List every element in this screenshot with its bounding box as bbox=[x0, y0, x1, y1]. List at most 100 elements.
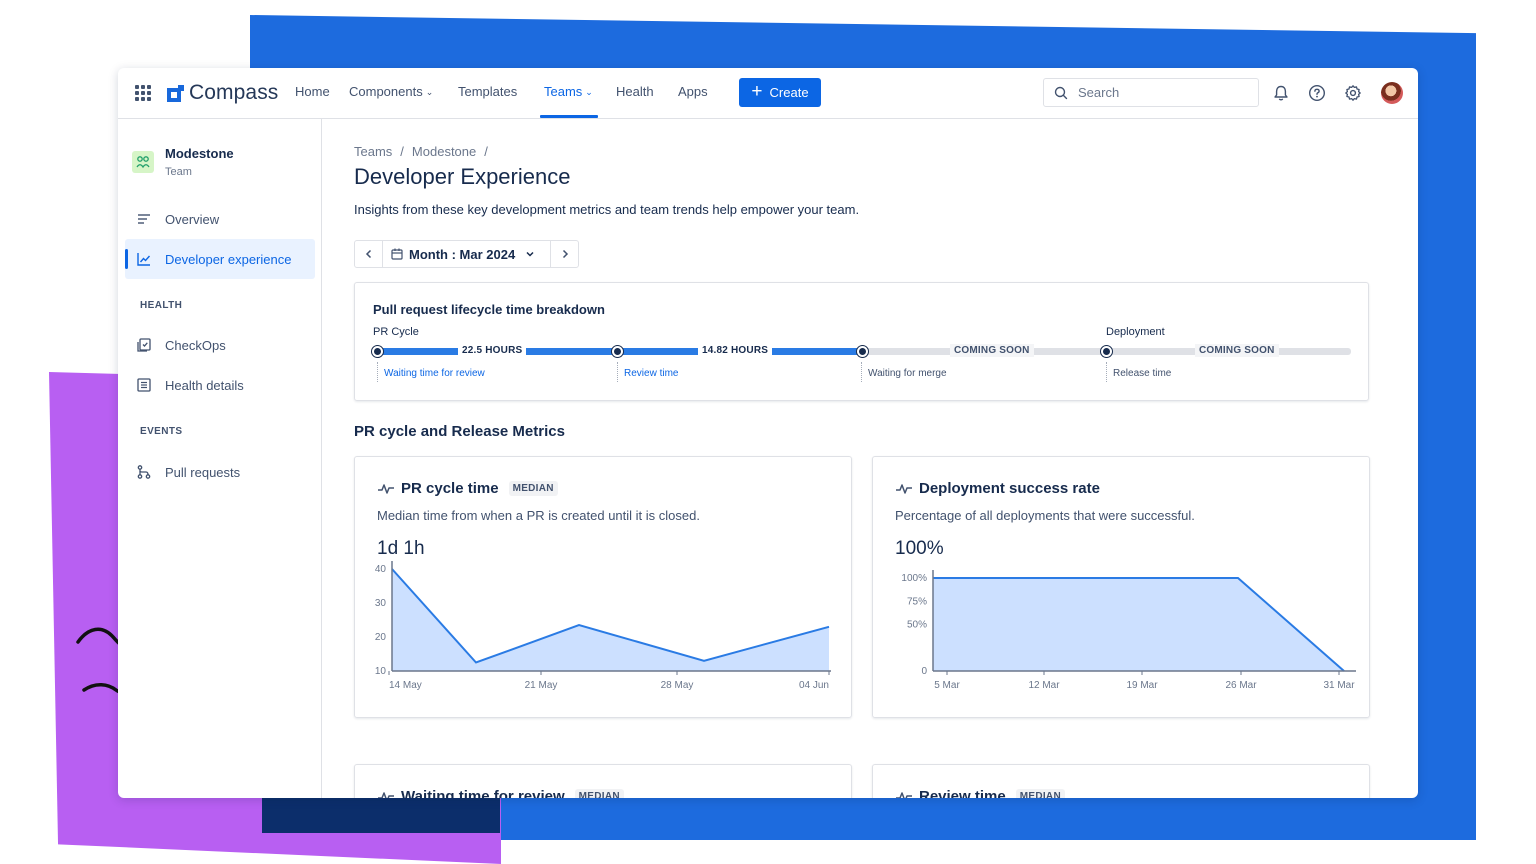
month-select[interactable]: Month : Mar 2024 bbox=[383, 241, 550, 267]
x-tick-label: 14 May bbox=[389, 680, 422, 691]
top-navigation: Compass Home Components ⌄ Templates Teams… bbox=[118, 68, 1418, 119]
y-tick-label: 10 bbox=[375, 666, 387, 677]
activity-icon bbox=[378, 483, 394, 494]
review-time-badge: 14.82 HOURS bbox=[698, 344, 773, 357]
activity-icon bbox=[378, 791, 394, 798]
lifecycle-point bbox=[1101, 346, 1112, 357]
y-tick-label: 75% bbox=[907, 596, 927, 607]
sidebar-item-developer-experience[interactable]: Developer experience bbox=[125, 239, 315, 279]
search-input[interactable] bbox=[1078, 85, 1238, 100]
pr-lifecycle-card: Pull request lifecycle time breakdown PR… bbox=[354, 282, 1369, 401]
sidebar-item-health-details[interactable]: Health details bbox=[125, 365, 315, 405]
sidebar-item-label: CheckOps bbox=[165, 337, 226, 353]
waiting-time-card[interactable]: Waiting time for review MEDIAN bbox=[354, 764, 852, 798]
chart-area bbox=[392, 569, 829, 671]
y-tick-label: 0 bbox=[921, 666, 927, 677]
stage-waiting-for-merge: Waiting for merge bbox=[861, 362, 947, 382]
card-header: Waiting time for review MEDIAN bbox=[377, 788, 624, 798]
sidebar: Modestone Team Overview Developer experi… bbox=[118, 119, 322, 798]
breadcrumb-team[interactable]: Modestone bbox=[412, 144, 476, 159]
team-icon bbox=[132, 151, 154, 173]
y-tick-label: 30 bbox=[375, 598, 387, 609]
review-time-card[interactable]: Review time MEDIAN bbox=[872, 764, 1370, 798]
search-box[interactable] bbox=[1043, 78, 1259, 107]
card-description: Median time from when a PR is created un… bbox=[377, 508, 700, 523]
sidebar-item-checkops[interactable]: CheckOps bbox=[125, 325, 315, 365]
sidebar-item-label: Pull requests bbox=[165, 464, 241, 480]
pull-request-icon bbox=[137, 465, 151, 479]
median-badge: MEDIAN bbox=[508, 481, 558, 496]
health-section-heading: HEALTH bbox=[140, 300, 183, 311]
median-badge: MEDIAN bbox=[1015, 789, 1065, 798]
lifecycle-point bbox=[612, 346, 623, 357]
card-title: Review time bbox=[919, 788, 1006, 798]
breadcrumb: Teams / Modestone / bbox=[354, 144, 488, 159]
app-window: Compass Home Components ⌄ Templates Teams… bbox=[118, 68, 1418, 798]
deployment-label: Deployment bbox=[1106, 326, 1165, 338]
nav-apps[interactable]: Apps bbox=[678, 84, 708, 99]
sidebar-item-pull-requests[interactable]: Pull requests bbox=[125, 452, 315, 492]
events-section-heading: EVENTS bbox=[140, 426, 183, 437]
create-button[interactable]: + Create bbox=[739, 78, 821, 107]
compass-logo[interactable]: Compass bbox=[167, 80, 278, 106]
card-title: Waiting time for review bbox=[401, 788, 565, 798]
x-tick-label: 5 Mar bbox=[934, 680, 960, 691]
coming-soon-badge: COMING SOON bbox=[950, 344, 1034, 357]
active-tab-indicator bbox=[540, 115, 598, 118]
page-title: Developer Experience bbox=[354, 164, 571, 189]
help-icon[interactable] bbox=[1307, 83, 1327, 103]
nav-templates[interactable]: Templates bbox=[458, 84, 517, 99]
sidebar-item-label: Developer experience bbox=[165, 251, 292, 267]
card-title: Deployment success rate bbox=[919, 480, 1100, 497]
sidebar-item-overview[interactable]: Overview bbox=[125, 199, 315, 239]
median-badge: MEDIAN bbox=[574, 789, 624, 798]
deployment-success-card[interactable]: Deployment success rate Percentage of al… bbox=[872, 456, 1370, 718]
waiting-time-badge: 22.5 HOURS bbox=[458, 344, 527, 357]
card-header: Review time MEDIAN bbox=[895, 788, 1065, 798]
bell-icon[interactable] bbox=[1271, 83, 1291, 103]
activity-icon bbox=[896, 791, 912, 798]
y-tick-label: 40 bbox=[375, 564, 387, 575]
next-month-button[interactable] bbox=[550, 241, 578, 267]
metrics-section-title: PR cycle and Release Metrics bbox=[354, 423, 565, 440]
card-title: PR cycle time bbox=[401, 480, 499, 497]
y-tick-label: 100% bbox=[901, 573, 927, 584]
lifecycle-point bbox=[857, 346, 868, 357]
user-avatar[interactable] bbox=[1381, 82, 1403, 104]
stage-waiting-time-link[interactable]: Waiting time for review bbox=[377, 362, 485, 382]
stage-release-time: Release time bbox=[1106, 362, 1171, 382]
background-navy-shape bbox=[262, 796, 500, 833]
x-tick-label: 21 May bbox=[525, 680, 558, 691]
team-subtitle: Team bbox=[165, 166, 192, 178]
nav-home[interactable]: Home bbox=[295, 84, 330, 99]
chart-area bbox=[933, 578, 1344, 671]
breadcrumb-teams[interactable]: Teams bbox=[354, 144, 392, 159]
card-header: Deployment success rate bbox=[895, 480, 1100, 497]
chevron-down-icon bbox=[526, 251, 534, 257]
activity-icon bbox=[896, 483, 912, 494]
nav-components[interactable]: Components ⌄ bbox=[349, 84, 433, 99]
checkops-icon bbox=[137, 338, 151, 352]
team-name[interactable]: Modestone bbox=[165, 146, 234, 161]
lifecycle-title: Pull request lifecycle time breakdown bbox=[373, 302, 605, 317]
x-tick-label: 31 Mar bbox=[1323, 680, 1355, 691]
app-switcher-icon[interactable] bbox=[135, 85, 151, 101]
previous-month-button[interactable] bbox=[355, 241, 383, 267]
health-details-icon bbox=[137, 378, 151, 392]
chevron-right-icon bbox=[562, 249, 568, 259]
pr-cycle-time-card[interactable]: PR cycle time MEDIAN Median time from wh… bbox=[354, 456, 852, 718]
line-chart-icon bbox=[137, 253, 151, 266]
sidebar-item-label: Overview bbox=[165, 211, 220, 227]
breadcrumb-separator: / bbox=[400, 144, 404, 159]
x-tick-label: 26 Mar bbox=[1225, 680, 1257, 691]
y-tick-label: 20 bbox=[375, 632, 387, 643]
stage-review-time-link[interactable]: Review time bbox=[617, 362, 678, 382]
main-content: Teams / Modestone / Developer Experience… bbox=[323, 119, 1418, 798]
x-tick-label: 28 May bbox=[661, 680, 694, 691]
nav-health[interactable]: Health bbox=[616, 84, 654, 99]
logo-text: Compass bbox=[189, 81, 279, 104]
x-tick-label: 19 Mar bbox=[1126, 680, 1158, 691]
settings-icon[interactable] bbox=[1343, 83, 1363, 103]
nav-teams[interactable]: Teams ⌄ bbox=[544, 84, 593, 99]
deployment-success-chart: 0 50% 75% 100% 5 Mar 12 Mar 19 Mar 26 Mar 31 Mar bbox=[901, 570, 1356, 691]
